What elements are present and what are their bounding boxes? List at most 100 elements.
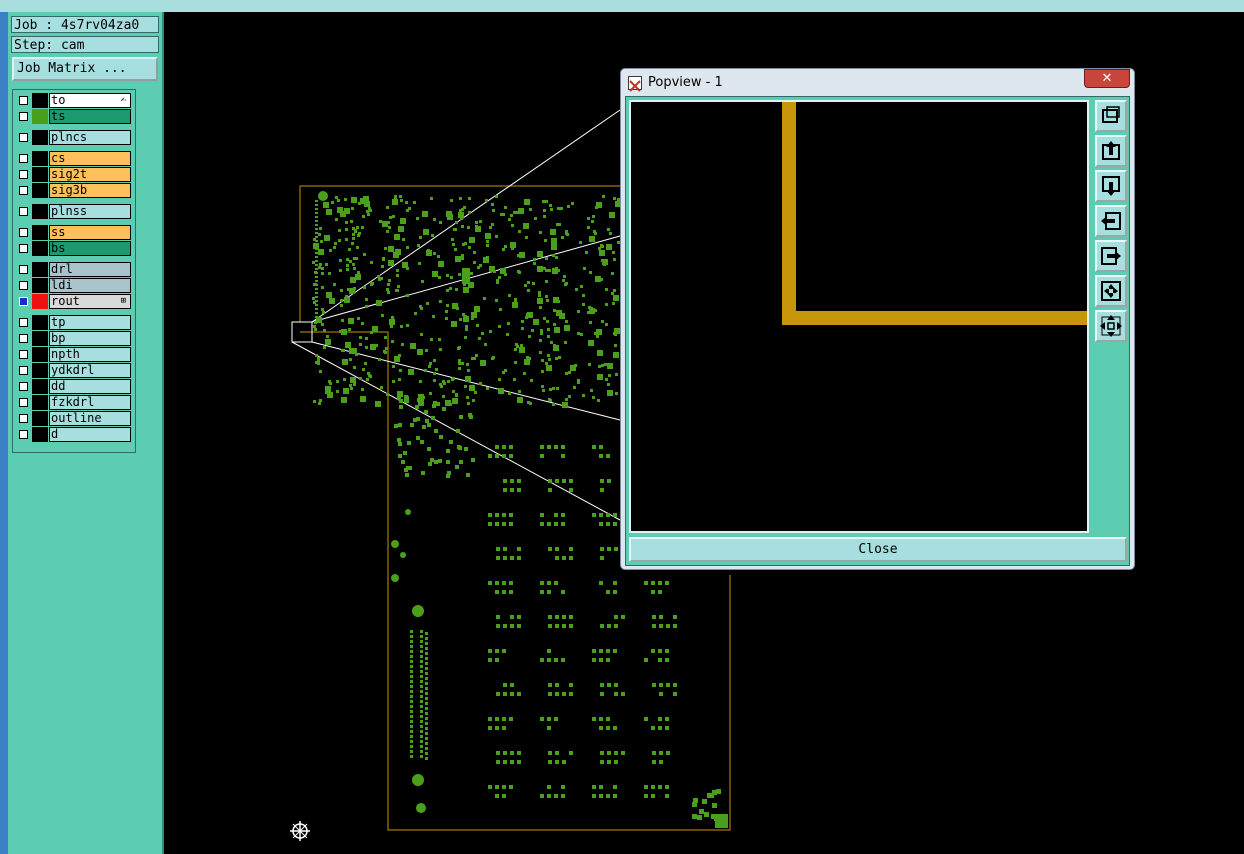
layer-color-swatch[interactable] [32,427,48,442]
window-close-icon[interactable]: ✕ [1084,69,1130,88]
layer-name[interactable]: npth [49,347,131,362]
layer-checkbox[interactable] [19,170,28,179]
layer-name[interactable]: dd [49,379,131,394]
layer-marker-icon: ⊞ [120,296,126,306]
layer-row-ldi[interactable]: ldi [16,278,133,293]
layer-row-plnss[interactable]: plnss [16,204,133,219]
popview-toolbar [1093,100,1129,342]
layer-checkbox[interactable] [19,350,28,359]
layer-checkbox[interactable] [19,334,28,343]
layer-checkbox[interactable] [19,207,28,216]
layer-name[interactable]: ydkdrl [49,363,131,378]
step-label: Step: cam [11,36,159,53]
pan-down-icon[interactable] [1095,170,1127,202]
layer-row-plncs[interactable]: plncs [16,130,133,145]
zoom-home-icon[interactable] [1095,100,1127,132]
layer-checkbox[interactable] [19,154,28,163]
layer-row-rout[interactable]: rout ⊞ [16,294,133,309]
job-label: Job : 4s7rv04za0 [11,16,159,33]
layer-name[interactable]: ss [49,225,131,240]
layer-name[interactable]: cs [49,151,131,166]
layer-row-bs[interactable]: bs [16,241,133,256]
zoom-out-icon[interactable] [1095,310,1127,342]
layer-row-fzkdrl[interactable]: fzkdrl [16,395,133,410]
layer-name[interactable]: sig2t [49,167,131,182]
layer-row-bp[interactable]: bp [16,331,133,346]
layer-row-drl[interactable]: drl [16,262,133,277]
layer-row-sig2t[interactable]: sig2t [16,167,133,182]
layer-name[interactable]: bp [49,331,131,346]
layer-color-swatch[interactable] [32,109,48,124]
layer-color-swatch[interactable] [32,294,48,309]
layer-checkbox[interactable] [19,382,28,391]
layer-row-d[interactable]: d [16,427,133,442]
layer-name[interactable]: tp [49,315,131,330]
layer-checkbox[interactable] [19,414,28,423]
layer-color-swatch[interactable] [32,241,48,256]
layer-row-to[interactable]: to ✍ [16,93,133,108]
layer-name[interactable]: bs [49,241,131,256]
layer-checkbox[interactable] [19,112,28,121]
layer-color-swatch[interactable] [32,167,48,182]
layer-row-outline[interactable]: outline [16,411,133,426]
zoom-fit-icon[interactable] [1095,275,1127,307]
layer-row-sig3b[interactable]: sig3b [16,183,133,198]
pan-up-icon[interactable] [1095,135,1127,167]
layer-checkbox[interactable] [19,366,28,375]
layer-row-ts[interactable]: ts [16,109,133,124]
layer-checkbox[interactable] [19,297,28,306]
layer-checkbox[interactable] [19,281,28,290]
layer-name[interactable]: fzkdrl [49,395,131,410]
layer-name[interactable]: d [49,427,131,442]
layer-color-swatch[interactable] [32,315,48,330]
pan-left-icon[interactable] [1095,205,1127,237]
layer-color-swatch[interactable] [32,204,48,219]
layer-name[interactable]: plnss [49,204,131,219]
layer-color-swatch[interactable] [32,411,48,426]
pan-right-icon[interactable] [1095,240,1127,272]
layer-checkbox[interactable] [19,244,28,253]
layer-row-ss[interactable]: ss [16,225,133,240]
layer-list: to ✍ ts plncs cs sig2t sig3b plnss ss bs drl ldi rou… [12,89,136,453]
layer-color-swatch[interactable] [32,331,48,346]
layer-name[interactable]: drl [49,262,131,277]
layer-name[interactable]: sig3b [49,183,131,198]
layer-name[interactable]: to ✍ [49,93,131,108]
layer-color-swatch[interactable] [32,262,48,277]
layer-checkbox[interactable] [19,96,28,105]
layer-checkbox[interactable] [19,398,28,407]
layer-color-swatch[interactable] [32,347,48,362]
layer-checkbox[interactable] [19,318,28,327]
layer-name[interactable]: rout ⊞ [49,294,131,309]
layer-checkbox[interactable] [19,186,28,195]
close-button[interactable]: Close [629,537,1127,562]
layer-name[interactable]: ldi [49,278,131,293]
layer-color-swatch[interactable] [32,379,48,394]
left-edge-toolbar [0,12,8,854]
layer-color-swatch[interactable] [32,278,48,293]
layer-row-cs[interactable]: cs [16,151,133,166]
layer-color-swatch[interactable] [32,151,48,166]
layer-color-swatch[interactable] [32,225,48,240]
layer-color-swatch[interactable] [32,93,48,108]
layer-color-swatch[interactable] [32,395,48,410]
layer-name[interactable]: ts [49,109,131,124]
layer-row-dd[interactable]: dd [16,379,133,394]
layer-color-swatch[interactable] [32,130,48,145]
layer-row-tp[interactable]: tp [16,315,133,330]
layer-color-swatch[interactable] [32,363,48,378]
layer-row-npth[interactable]: npth [16,347,133,362]
layer-name[interactable]: plncs [49,130,131,145]
layer-name[interactable]: outline [49,411,131,426]
layer-checkbox[interactable] [19,265,28,274]
compass-icon [290,821,310,841]
layer-color-swatch[interactable] [32,183,48,198]
zoomed-trace [782,102,1087,325]
layer-row-ydkdrl[interactable]: ydkdrl [16,363,133,378]
job-matrix-button[interactable]: Job Matrix ... [12,57,158,81]
layer-checkbox[interactable] [19,228,28,237]
layer-checkbox[interactable] [19,430,28,439]
layer-checkbox[interactable] [19,133,28,142]
window-app-icon [628,76,642,92]
popview-zoom-view[interactable] [629,100,1089,533]
